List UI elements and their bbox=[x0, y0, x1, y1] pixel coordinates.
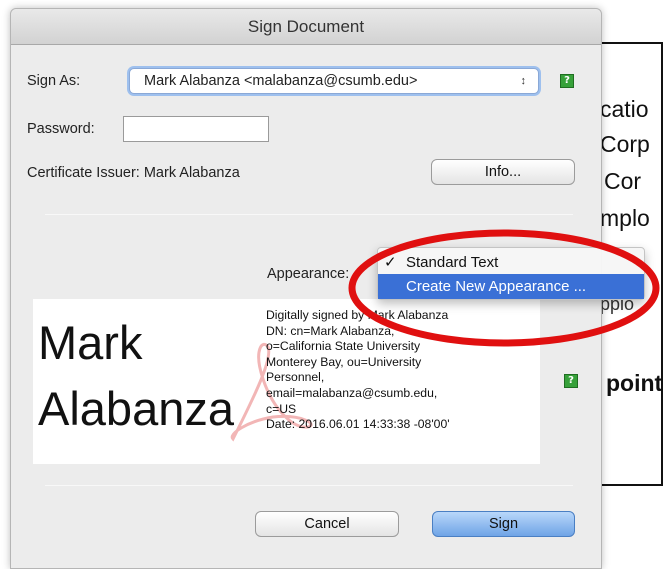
doc-fragment: mplo bbox=[600, 205, 650, 231]
doc-top-rule bbox=[600, 42, 663, 44]
signature-detail-line: c=US bbox=[266, 401, 297, 416]
divider bbox=[45, 485, 573, 486]
signature-detail-line: DN: cn=Mark Alabanza, bbox=[266, 323, 395, 338]
doc-bottom-rule bbox=[600, 484, 663, 486]
signature-details: Digitally signed by Mark Alabanza DN: cn… bbox=[266, 308, 450, 433]
divider bbox=[45, 214, 573, 215]
doc-fragment: Corp bbox=[600, 131, 650, 157]
password-field[interactable] bbox=[123, 116, 269, 142]
menu-item-create-new-appearance[interactable]: Create New Appearance ... bbox=[378, 274, 644, 299]
signature-name-last: Alabanza bbox=[38, 382, 234, 435]
sign-button[interactable]: Sign bbox=[432, 511, 575, 537]
doc-fragment: Cor bbox=[604, 168, 642, 194]
menu-item-label: Create New Appearance ... bbox=[406, 278, 587, 295]
signature-detail-line: email=malabanza@csumb.edu, bbox=[266, 385, 438, 400]
cancel-button[interactable]: Cancel bbox=[255, 511, 399, 537]
dialog-title: Sign Document bbox=[11, 9, 601, 45]
sign-as-value: Mark Alabanza <malabanza@csumb.edu> bbox=[144, 73, 418, 89]
signature-detail-line: o=California State University bbox=[266, 339, 421, 354]
signature-detail-line: Personnel, bbox=[266, 370, 325, 385]
certificate-issuer-label: Certificate Issuer: Mark Alabanza bbox=[27, 165, 240, 181]
signature-preview: Mark Alabanza Digitally signed by Mark A… bbox=[33, 299, 540, 464]
signature-detail-line: Monterey Bay, ou=University bbox=[266, 354, 422, 369]
menu-item-label: Standard Text bbox=[406, 254, 499, 271]
sign-as-label: Sign As: bbox=[27, 73, 81, 89]
password-label: Password: bbox=[27, 121, 95, 137]
help-icon[interactable]: ? bbox=[560, 74, 574, 88]
appearance-label: Appearance: bbox=[267, 266, 350, 282]
sign-as-select[interactable]: Mark Alabanza <malabanza@csumb.edu> ↕ bbox=[129, 68, 539, 94]
doc-fragment: point bbox=[606, 370, 663, 396]
checkmark-icon: ✓ bbox=[384, 254, 397, 271]
signature-detail-line: Digitally signed by Mark Alabanza bbox=[266, 308, 449, 322]
menu-item-standard-text[interactable]: ✓ Standard Text bbox=[378, 250, 644, 275]
updown-arrow-icon: ↕ bbox=[520, 75, 527, 87]
appearance-menu: ✓ Standard Text Create New Appearance ..… bbox=[377, 247, 645, 300]
signature-name-first: Mark bbox=[38, 316, 143, 369]
signature-detail-line: Date: 2016.06.01 14:33:38 -08'00' bbox=[266, 417, 450, 432]
info-button[interactable]: Info... bbox=[431, 159, 575, 185]
help-icon[interactable]: ? bbox=[564, 374, 578, 388]
doc-fragment: catio bbox=[600, 96, 649, 122]
